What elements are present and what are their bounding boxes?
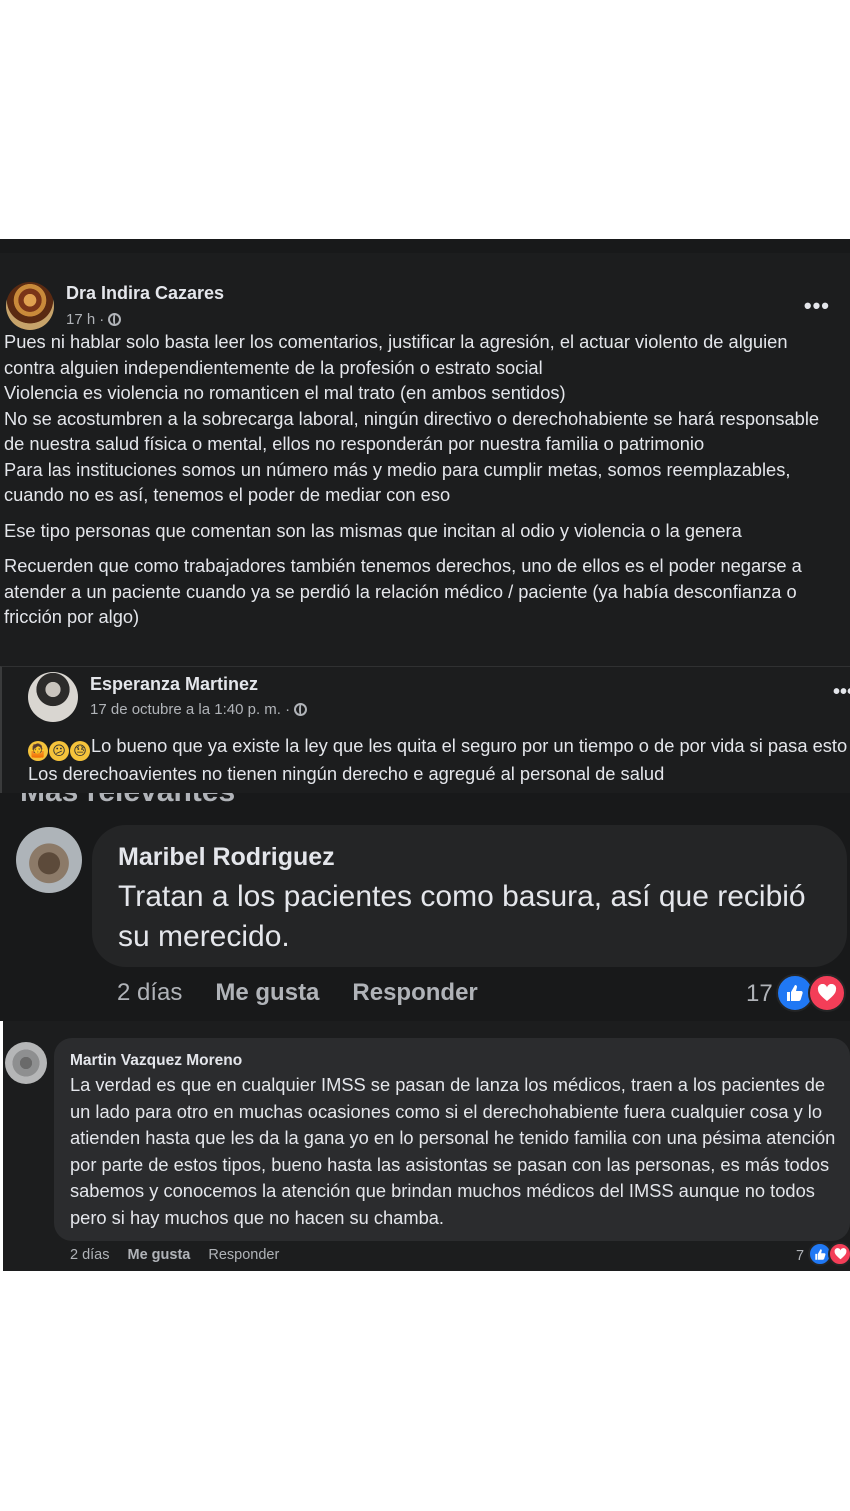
comment-meta: 17 de octubre a la 1:40 p. m. · — [90, 701, 308, 718]
reaction-count[interactable]: 17 — [746, 980, 773, 1008]
comment-text: 🤷 😕 😓 Lo bueno que ya existe la ley que les… — [28, 733, 848, 787]
more-options-icon[interactable]: ••• — [833, 681, 850, 704]
comment-esperanza: Esperanza Martinez 17 de octubre a la 1:… — [0, 666, 850, 794]
post-card: Dra Indira Cazares 17 h · ••• Pues ni ha… — [0, 239, 850, 666]
post-text: Pues ni hablar solo basta leer los comen… — [4, 329, 840, 640]
reply-button[interactable]: Responder — [352, 979, 477, 1007]
comment-maribel: Más relevantes Maribel Rodriguez Tratan … — [0, 793, 850, 1021]
post-author-name[interactable]: Dra Indira Cazares — [66, 283, 224, 304]
sweat-emoji-icon: 😓 — [70, 741, 90, 761]
reaction-count[interactable]: 7 — [796, 1248, 804, 1264]
post-meta: 17 h · — [66, 311, 122, 328]
commenter-name[interactable]: Esperanza Martinez — [90, 674, 258, 695]
more-options-icon[interactable]: ••• — [804, 293, 830, 319]
comment-body: Lo bueno que ya existe la ley que les qu… — [28, 735, 848, 784]
comment-actions: 2 días Me gusta Responder — [70, 1247, 279, 1263]
comment-martin: Martin Vazquez Moreno La verdad es que e… — [3, 1021, 850, 1271]
comment-body: La verdad es que en cualquier IMSS se pa… — [70, 1074, 836, 1228]
comment-bubble: Martin Vazquez Moreno La verdad es que e… — [54, 1038, 850, 1241]
sort-header-cut[interactable]: Más relevantes — [20, 793, 235, 809]
love-icon[interactable] — [808, 974, 846, 1012]
commenter-name[interactable]: Martin Vazquez Moreno — [70, 1052, 242, 1070]
commenter-avatar[interactable] — [5, 1042, 47, 1084]
post-paragraph: Ese tipo personas que comentan son las m… — [4, 519, 742, 541]
post-paragraph: Recuerden que como trabajadores también … — [4, 555, 802, 627]
comment-actions: 2 días Me gusta Responder — [117, 979, 478, 1007]
post-timestamp[interactable]: 17 h — [66, 311, 95, 328]
commenter-name[interactable]: Maribel Rodriguez — [118, 843, 335, 872]
reply-button[interactable]: Responder — [208, 1247, 279, 1263]
post-author-avatar[interactable] — [6, 282, 54, 330]
commenter-avatar[interactable] — [16, 827, 82, 893]
comment-timestamp[interactable]: 17 de octubre a la 1:40 p. m. · — [90, 701, 290, 718]
globe-icon — [108, 313, 122, 326]
post-paragraph: Pues ni hablar solo basta leer los comen… — [4, 331, 820, 505]
comment-timestamp[interactable]: 2 días — [117, 979, 182, 1007]
confused-emoji-icon: 😕 — [49, 741, 69, 761]
like-button[interactable]: Me gusta — [215, 979, 319, 1007]
commenter-avatar[interactable] — [28, 672, 78, 722]
like-button[interactable]: Me gusta — [128, 1247, 191, 1263]
screenshot-page: { "post": { "author": "Dra Indira Cazare… — [0, 0, 850, 1511]
love-icon[interactable] — [828, 1242, 850, 1266]
shrug-emoji-icon: 🤷 — [28, 741, 48, 761]
comment-bubble: Maribel Rodriguez Tratan a los pacientes… — [92, 825, 847, 967]
comment-body: Tratan a los pacientes como basura, así … — [118, 880, 806, 953]
globe-icon — [294, 703, 308, 716]
comment-timestamp[interactable]: 2 días — [70, 1247, 110, 1263]
